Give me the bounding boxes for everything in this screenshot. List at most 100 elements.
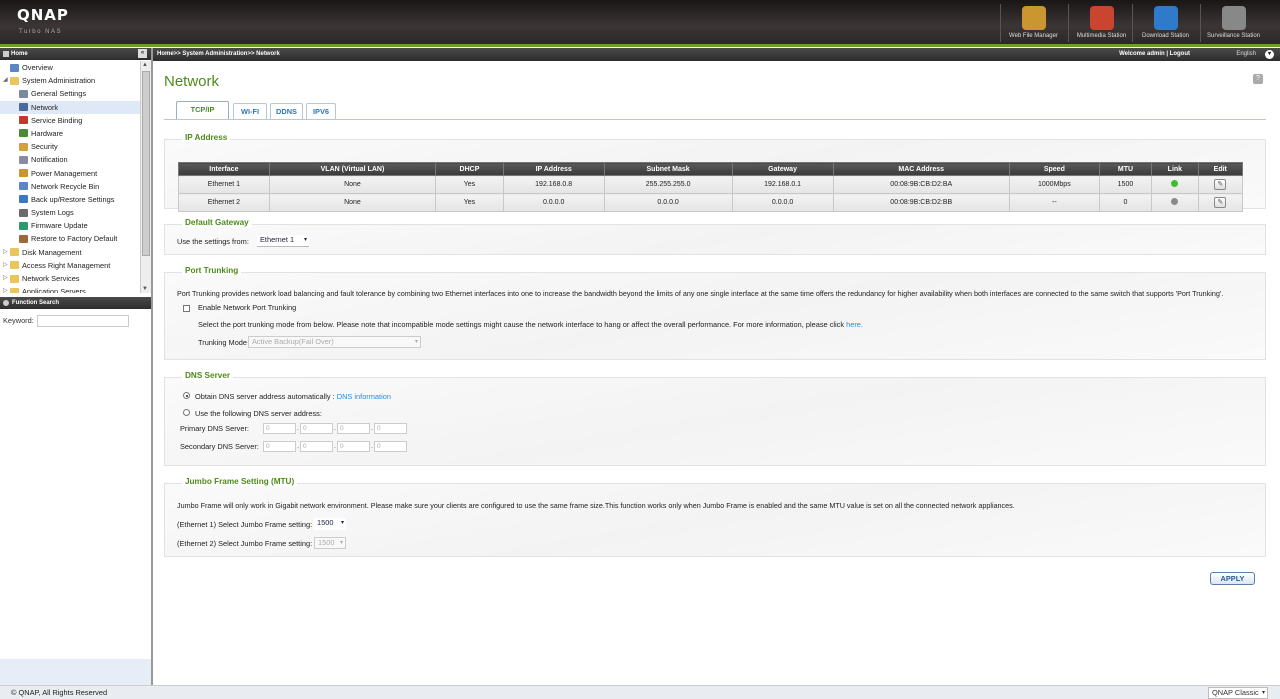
- column-header: DHCP: [435, 162, 504, 176]
- collapsed-arrow-icon[interactable]: ▷: [3, 246, 8, 259]
- edit-icon[interactable]: ✎: [1214, 197, 1227, 208]
- app-shortcut-1[interactable]: Multimedia Station: [1068, 4, 1134, 42]
- dns-manual-label: Use the following DNS server address:: [195, 409, 322, 418]
- scrollbar-thumb[interactable]: [142, 71, 150, 256]
- settings-item-icon: [19, 103, 28, 112]
- octet-value: 0: [377, 443, 381, 450]
- dns-auto-radio[interactable]: [183, 392, 190, 399]
- section-title-dns-server: DNS Server: [182, 371, 234, 380]
- trunking-mode-select[interactable]: Active Backup(Fail Over) ▾: [248, 336, 421, 348]
- sidebar-item-power-management[interactable]: Power Management: [0, 167, 140, 180]
- help-icon[interactable]: ?: [1253, 74, 1263, 84]
- sidebar-item-general-settings[interactable]: General Settings: [0, 87, 140, 100]
- sidebar-item-network-services[interactable]: ▷ Network Services: [0, 272, 140, 285]
- settings-item-icon: [19, 221, 28, 230]
- tab-ddns[interactable]: DDNS: [270, 103, 303, 119]
- sidebar-item-security[interactable]: Security: [0, 140, 140, 153]
- column-header: Edit: [1197, 162, 1244, 176]
- primary-dns-octet-3[interactable]: 0: [337, 423, 370, 434]
- folder-icon: [10, 287, 19, 293]
- apply-button[interactable]: APPLY: [1210, 572, 1255, 585]
- function-search-header: Function Search: [0, 297, 151, 309]
- app-shortcut-3[interactable]: Surveillance Station: [1200, 4, 1266, 42]
- eth1-jumbo-value: 1500: [317, 518, 334, 527]
- sidebar-bottom-panel: [0, 659, 151, 685]
- sidebar-scrollbar[interactable]: ▲ ▼: [140, 61, 151, 293]
- keyword-label: Keyword:: [3, 316, 34, 325]
- secondary-dns-octet-1[interactable]: 0: [263, 441, 296, 452]
- octet-value: 0: [303, 425, 307, 432]
- collapse-sidebar-icon[interactable]: «: [138, 49, 147, 58]
- sidebar-item-network[interactable]: Network: [0, 100, 140, 114]
- primary-dns-octet-1[interactable]: 0: [263, 423, 296, 434]
- dns-manual-radio[interactable]: [183, 409, 190, 416]
- column-header: Subnet Mask: [603, 162, 733, 176]
- app-shortcut-label: Multimedia Station: [1076, 33, 1127, 39]
- settings-item-icon: [19, 142, 28, 151]
- eth2-jumbo-select[interactable]: 1500 ▾: [314, 537, 346, 549]
- chevron-down-icon: ▾: [340, 520, 344, 526]
- cell-interface: Ethernet 1: [178, 175, 270, 194]
- collapsed-arrow-icon[interactable]: ▷: [3, 272, 8, 285]
- edit-icon[interactable]: ✎: [1214, 179, 1227, 190]
- dns-information-link[interactable]: DNS information: [337, 392, 391, 401]
- secondary-dns-octet-4[interactable]: 0: [374, 441, 407, 452]
- welcome-logout-link[interactable]: Welcome admin | Logout: [1119, 51, 1190, 57]
- sidebar-item-network-recycle-bin[interactable]: Network Recycle Bin: [0, 180, 140, 193]
- primary-dns-octet-4[interactable]: 0: [374, 423, 407, 434]
- language-selector[interactable]: English: [1236, 51, 1256, 57]
- header-accent-line: [0, 44, 1280, 47]
- keyword-search-input[interactable]: [37, 315, 129, 327]
- sidebar-item-disk-management[interactable]: ▷ Disk Management: [0, 246, 140, 259]
- sidebar-item-label: Overview: [22, 63, 53, 72]
- secondary-dns-octet-3[interactable]: 0: [337, 441, 370, 452]
- collapsed-arrow-icon[interactable]: ▷: [3, 285, 8, 293]
- sidebar-item-back-up-restore-settings[interactable]: Back up/Restore Settings: [0, 193, 140, 206]
- gateway-select[interactable]: Ethernet 1 ▾: [257, 235, 309, 247]
- sidebar-item-label: Disk Management: [22, 247, 82, 257]
- app-shortcut-2[interactable]: Download Station: [1132, 4, 1198, 42]
- cell-mask: 255.255.255.0: [603, 175, 733, 194]
- octet-value: 0: [303, 443, 307, 450]
- tab-ipv6[interactable]: IPV6: [306, 103, 336, 119]
- app-shortcut-0[interactable]: Web File Manager: [1000, 4, 1066, 42]
- sidebar-item-firmware-update[interactable]: Firmware Update: [0, 219, 140, 232]
- sidebar-item-overview[interactable]: Overview: [0, 61, 140, 74]
- sidebar-item-service-binding[interactable]: Service Binding: [0, 114, 140, 127]
- dns-server-section: DNS Server Obtain DNS server address aut…: [164, 371, 1266, 466]
- top-header: QNAP Turbo NAS Web File Manager Multimedi…: [0, 0, 1280, 47]
- chevron-down-icon[interactable]: ▾: [1265, 50, 1274, 59]
- eth1-jumbo-select[interactable]: 1500 ▾: [314, 518, 346, 530]
- sidebar-item-system-logs[interactable]: System Logs: [0, 206, 140, 219]
- section-title-ip-address: IP Address: [182, 133, 231, 142]
- scroll-up-icon[interactable]: ▲: [142, 62, 148, 68]
- app-shortcut-label: Surveillance Station: [1206, 33, 1261, 39]
- primary-dns-octet-2[interactable]: 0: [300, 423, 333, 434]
- sidebar-item-application-servers[interactable]: ▷ Application Servers: [0, 285, 140, 293]
- theme-select[interactable]: QNAP Classic ▾: [1208, 687, 1268, 699]
- enable-port-trunking-checkbox[interactable]: [183, 305, 190, 312]
- sidebar-item-label: Back up/Restore Settings: [31, 194, 115, 204]
- collapsed-arrow-icon[interactable]: ▷: [3, 259, 8, 272]
- sidebar-item-restore-to-factory-default[interactable]: Restore to Factory Default: [0, 232, 140, 245]
- settings-item-icon: [19, 195, 28, 204]
- sidebar-home-label[interactable]: Home: [11, 51, 28, 57]
- cell-gateway: 0.0.0.0: [731, 193, 834, 212]
- expanded-arrow-icon[interactable]: ◢: [3, 74, 8, 87]
- scroll-down-icon[interactable]: ▼: [142, 286, 148, 292]
- column-header: Gateway: [731, 162, 834, 176]
- chevron-down-icon: ▾: [1261, 690, 1265, 696]
- column-header: IP Address: [502, 162, 605, 176]
- sidebar-item-access-right-management[interactable]: ▷ Access Right Management: [0, 259, 140, 272]
- sidebar-item-label: Network: [31, 102, 59, 112]
- dns-auto-label: Obtain DNS server address automatically …: [195, 392, 335, 401]
- sidebar-item-notification[interactable]: Notification: [0, 153, 140, 166]
- sidebar-item-hardware[interactable]: Hardware: [0, 127, 140, 140]
- more-info-link[interactable]: here.: [846, 320, 863, 329]
- tab-wi-fi[interactable]: WI-FI: [233, 103, 267, 119]
- default-gateway-section: Default Gateway Use the settings from: E…: [164, 218, 1266, 255]
- sidebar-item-system-administration[interactable]: ◢ System Administration: [0, 74, 140, 87]
- tab-tcp-ip[interactable]: TCP/IP: [176, 101, 229, 120]
- secondary-dns-octet-2[interactable]: 0: [300, 441, 333, 452]
- tab-divider: [164, 119, 1266, 120]
